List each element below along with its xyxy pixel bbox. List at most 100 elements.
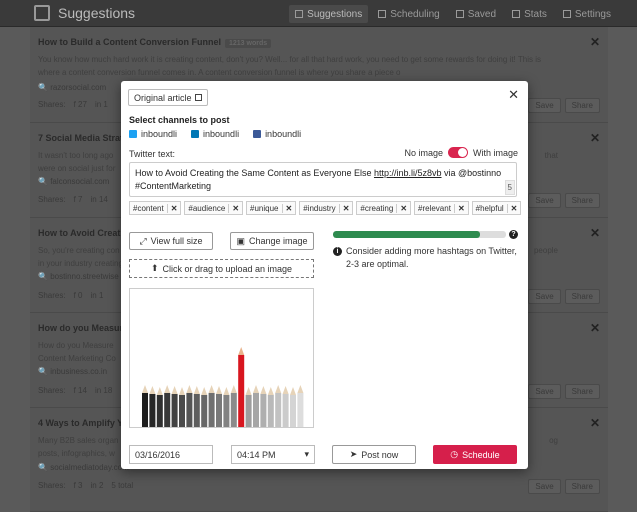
nav-saved[interactable]: Saved [450,5,502,23]
image-toggle-group: No image With image [404,147,518,158]
dismiss-icon[interactable]: ✕ [590,35,600,49]
nav-stats[interactable]: Stats [506,5,553,23]
remove-icon[interactable]: ✕ [281,203,296,213]
original-article-button[interactable]: Original article [128,89,208,106]
remove-icon[interactable]: ✕ [228,203,242,213]
pencil [186,393,193,427]
dismiss-icon[interactable]: ✕ [590,226,600,240]
pencil [179,395,185,427]
pencil [156,395,163,427]
brand: Suggestions [34,5,135,21]
bar-chart-icon [512,10,521,18]
schedule-button[interactable]: ◷ Schedule [433,445,517,464]
save-button[interactable]: Save [528,193,561,208]
nav-scheduling[interactable]: Scheduling [372,5,445,23]
dismiss-icon[interactable]: ✕ [590,416,600,430]
pencil [267,395,274,427]
card-source: 🔍 falconsocial.com [38,177,110,186]
facebook-icon: f 7 [73,195,83,204]
hashtag-chip[interactable]: #relevant ✕ [414,201,469,215]
nav-settings[interactable]: Settings [557,5,617,23]
facebook-icon: f 0 [73,291,83,300]
remove-icon[interactable]: ✕ [396,203,410,213]
total-shares: 5 total [111,481,134,490]
pencil [245,395,252,427]
pencil [201,395,208,427]
nav-suggestions[interactable]: Suggestions [289,5,369,23]
hashtag-progress-fill [333,231,481,238]
tweet-textarea[interactable]: How to Avoid Creating the Same Content a… [129,162,517,197]
channel-list: inboundli inboundli inboundli [129,129,301,139]
upload-dropzone[interactable]: ⬆ Click or drag to upload an image [129,259,314,278]
date-input[interactable]: 03/16/2016 [129,445,213,464]
dismiss-icon[interactable]: ✕ [590,131,600,145]
pencil [171,394,178,427]
remove-icon[interactable]: ✕ [506,203,521,213]
pencil [290,395,296,427]
share-button[interactable]: Share [564,384,600,399]
save-button[interactable]: Save [528,98,561,113]
wrench-icon [562,10,571,18]
help-icon[interactable]: ? [509,230,518,239]
calendar-icon [378,10,387,18]
facebook-icon: f 14 [73,386,87,395]
share-button[interactable]: Share [564,289,600,304]
channel-twitter[interactable]: inboundli [129,129,177,139]
tweet-link[interactable]: http://inb.li/5z8vb [374,168,442,178]
card-source: 🔍 socialmediatoday.com [38,463,129,472]
remove-icon[interactable]: ✕ [453,203,468,213]
info-icon: i [333,247,342,256]
channel-facebook[interactable]: inboundli [253,129,301,139]
hashtag-chip[interactable]: #helpful ✕ [471,201,522,215]
save-button[interactable]: Save [528,479,561,494]
card-title[interactable]: How to Build a Content Conversion Funnel… [38,37,272,48]
card-title[interactable]: How do you Measure [38,323,128,333]
app-title: Suggestions [58,5,136,21]
card-source: 🔍 inbusiness.co.in [38,367,108,376]
save-button[interactable]: Save [528,289,561,304]
pencils-image [130,289,313,427]
share-button[interactable]: Share [564,479,600,494]
image-toggle[interactable] [447,147,468,158]
expand-icon: ⤢ [139,235,147,246]
card-source: 🔍 razorsocial.com [38,83,107,92]
change-image-button[interactable]: ▣ Change image [230,232,314,250]
hashtag-chip[interactable]: #unique ✕ [246,201,297,215]
remove-icon[interactable]: ✕ [166,203,181,213]
hashtag-chip[interactable]: #industry ✕ [299,201,354,215]
hashtag-chip[interactable]: #audience ✕ [184,201,244,215]
linkedin-icon: in 1 [94,100,108,109]
share-button[interactable]: Share [564,193,600,208]
card-shares: Shares: f 3 in 25 total [38,481,134,490]
clock-icon: ◷ [450,449,459,459]
channel-linkedin[interactable]: inboundli [191,129,239,139]
card-title[interactable]: How to Avoid Creating [38,228,134,238]
hashtag-chip[interactable]: #creating ✕ [356,201,412,215]
pencil [149,394,156,427]
logo-icon [34,5,50,21]
top-bar: Suggestions Suggestions Scheduling Saved… [0,0,637,27]
card-title[interactable]: 4 Ways to Amplify Yo [38,418,128,428]
pencil [164,393,171,427]
dismiss-icon[interactable]: ✕ [590,321,600,335]
upload-icon: ⬆ [150,263,159,273]
no-image-label: No image [404,147,443,158]
pencil [216,394,222,427]
view-full-size-button[interactable]: ⤢ View full size [129,232,213,250]
close-icon[interactable]: ✕ [508,87,519,103]
post-now-button[interactable]: ➤ Post now [332,445,416,464]
image-preview [129,288,314,428]
twitter-text-label: Twitter text: [129,149,176,159]
with-image-label: With image [472,147,518,158]
save-button[interactable]: Save [528,384,561,399]
share-button[interactable]: Share [564,98,600,113]
remove-icon[interactable]: ✕ [338,203,353,213]
time-select[interactable]: 04:14 PM ▾ [231,445,315,464]
external-link-icon [194,94,202,101]
pencil [208,393,215,427]
pencil [223,395,230,427]
hashtag-chip[interactable]: #content ✕ [129,201,182,215]
pencil [260,394,267,427]
image-icon: ▣ [236,235,245,246]
pencil [142,393,148,427]
